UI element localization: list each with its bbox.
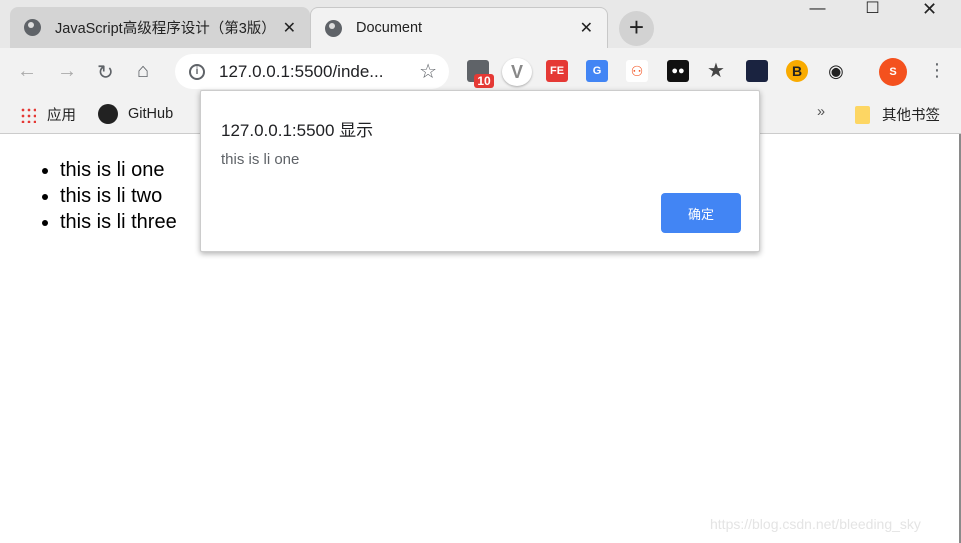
toolbar: ← → ↻ ⌂ i 127.0.0.1:5500/inde... ☆ 10 V … xyxy=(0,48,961,95)
b-extension-icon[interactable]: B xyxy=(786,60,808,82)
tab-title: JavaScript高级程序设计（第3版） xyxy=(55,21,276,37)
star-extension-icon[interactable]: ★ xyxy=(705,60,727,82)
ok-button[interactable]: 确定 xyxy=(661,193,741,233)
maximize-button[interactable]: ☐ xyxy=(850,0,895,20)
close-tab-icon[interactable]: ✕ xyxy=(283,18,296,38)
google-translate-icon[interactable]: G xyxy=(586,60,608,82)
extension-badge: 10 xyxy=(474,74,494,88)
apps-grid-icon xyxy=(20,106,36,123)
globe-icon xyxy=(24,19,41,36)
bookmark-label: 其他书签 xyxy=(882,108,940,124)
home-icon[interactable]: ⌂ xyxy=(137,60,149,83)
folder-icon xyxy=(855,105,870,124)
globe-icon xyxy=(325,19,342,37)
list-item: this is li three xyxy=(60,209,177,235)
sitemap-icon[interactable]: ⚇ xyxy=(626,60,648,82)
close-tab-icon[interactable]: ✕ xyxy=(580,18,593,38)
tab-strip: JavaScript高级程序设计（第3版） ✕ Document ✕ + — ☐… xyxy=(0,0,961,48)
list-item: this is li two xyxy=(60,183,177,209)
github-icon xyxy=(98,104,118,124)
forward-icon[interactable]: → xyxy=(57,60,77,83)
address-bar[interactable]: i 127.0.0.1:5500/inde... ☆ xyxy=(175,54,449,89)
bookmark-apps[interactable]: 应用 xyxy=(20,104,76,125)
alert-dialog: 127.0.0.1:5500 显示 this is li one 确定 xyxy=(200,90,760,252)
bookmark-label: 应用 xyxy=(47,108,76,124)
list: this is li one this is li two this is li… xyxy=(60,157,177,235)
fe-helper-icon[interactable]: FE xyxy=(546,60,568,82)
dialog-title: 127.0.0.1:5500 显示 xyxy=(221,121,374,140)
url-text: 127.0.0.1:5500/inde... xyxy=(219,61,384,81)
info-icon[interactable]: i xyxy=(189,63,205,80)
bookmark-star-icon[interactable]: ☆ xyxy=(419,59,437,84)
watermark: https://blog.csdn.net/bleeding_sky xyxy=(710,516,921,532)
profile-avatar[interactable]: S xyxy=(879,58,907,86)
dialog-message: this is li one xyxy=(221,151,300,168)
menu-icon[interactable]: ⋮ xyxy=(928,60,946,81)
back-icon[interactable]: ← xyxy=(17,60,37,83)
vue-devtools-icon[interactable]: V xyxy=(502,58,532,86)
page-content: this is li one this is li two this is li… xyxy=(0,135,177,235)
list-item: this is li one xyxy=(60,157,177,183)
bookmarks-overflow-button[interactable]: » xyxy=(817,104,825,120)
bookmark-github[interactable]: GitHub xyxy=(98,104,173,124)
bookmark-other[interactable]: 其他书签 xyxy=(855,104,940,125)
tab-document[interactable]: Document ✕ xyxy=(310,7,608,48)
close-window-button[interactable]: ✕ xyxy=(907,0,952,20)
github-extension-icon[interactable]: ◉ xyxy=(825,60,847,82)
tampermonkey-icon[interactable]: ●● xyxy=(667,60,689,82)
reload-icon[interactable]: ↻ xyxy=(97,60,114,85)
tab-title: Document xyxy=(356,20,423,36)
galaxy-icon[interactable] xyxy=(746,60,768,82)
tab-javascript-book[interactable]: JavaScript高级程序设计（第3版） ✕ xyxy=(10,7,310,48)
new-tab-button[interactable]: + xyxy=(619,11,654,46)
bookmark-label: GitHub xyxy=(128,106,174,122)
minimize-button[interactable]: — xyxy=(795,0,840,20)
